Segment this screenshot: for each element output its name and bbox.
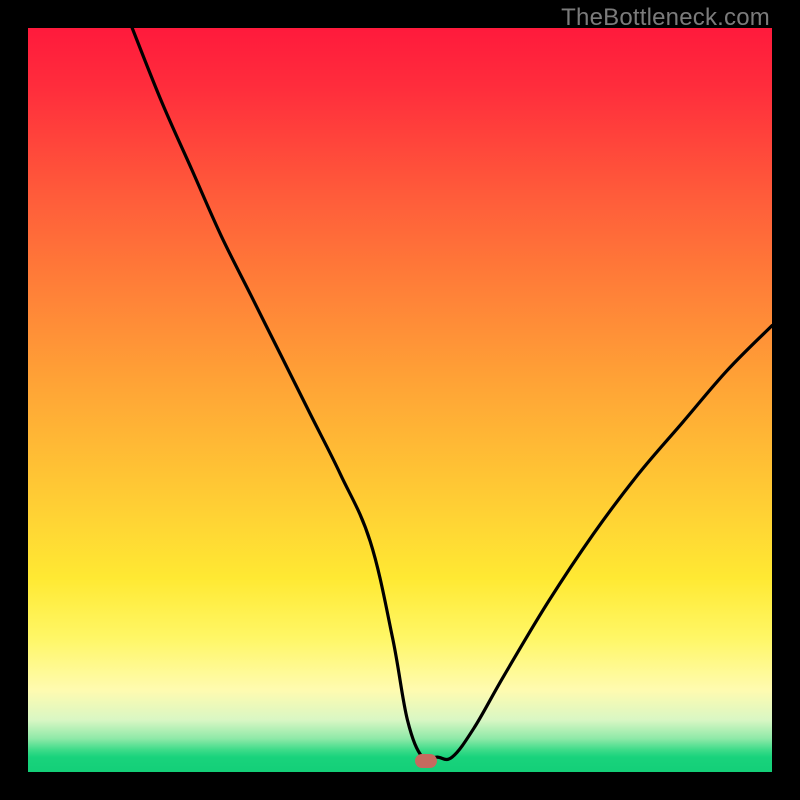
- plot-area: [28, 28, 772, 772]
- minimum-marker: [415, 754, 437, 768]
- bottleneck-curve: [28, 28, 772, 772]
- chart-frame: TheBottleneck.com: [0, 0, 800, 800]
- watermark-text: TheBottleneck.com: [561, 4, 770, 32]
